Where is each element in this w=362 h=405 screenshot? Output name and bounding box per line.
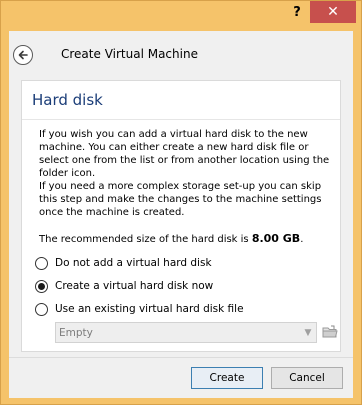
radio-no-disk[interactable]: [35, 256, 48, 270]
back-button[interactable]: [13, 45, 33, 65]
recommended-suffix: .: [300, 234, 304, 245]
storage-paragraph: If you need a more complex storage set-u…: [39, 181, 322, 218]
dialog-window: ? ✕ Create Virtual Machine Hard disk If …: [0, 0, 362, 405]
divider: [22, 119, 340, 120]
wizard-client: Create Virtual Machine Hard disk If you …: [9, 31, 353, 398]
recommended-size-text: The recommended size of the hard disk is…: [39, 232, 334, 246]
intro-paragraph: If you wish you can add a virtual hard d…: [39, 129, 330, 179]
wizard-header: Create Virtual Machine: [9, 31, 353, 79]
radio-existing-disk[interactable]: [35, 302, 48, 316]
option-create-disk[interactable]: Create a virtual hard disk now: [35, 278, 213, 294]
help-button[interactable]: ?: [284, 1, 310, 23]
radio-create-disk[interactable]: [35, 279, 48, 293]
chevron-down-icon[interactable]: ▼: [300, 323, 316, 342]
cancel-button[interactable]: Cancel: [271, 367, 343, 389]
page-title: Hard disk: [32, 91, 103, 109]
option-no-disk-label: Do not add a virtual hard disk: [55, 257, 212, 269]
hard-disk-page: Hard disk If you wish you can add a virt…: [21, 80, 341, 352]
close-button[interactable]: ✕: [310, 1, 356, 23]
folder-icon: [322, 325, 338, 338]
footer-divider: [9, 357, 353, 358]
back-arrow-icon: [18, 50, 28, 60]
title-bar: ? ✕: [1, 1, 361, 25]
wizard-title: Create Virtual Machine: [61, 47, 198, 61]
option-no-disk[interactable]: Do not add a virtual hard disk: [35, 255, 212, 271]
recommended-prefix: The recommended size of the hard disk is: [39, 234, 252, 245]
create-button[interactable]: Create: [191, 367, 263, 389]
option-create-disk-label: Create a virtual hard disk now: [55, 280, 214, 292]
option-existing-disk-label: Use an existing virtual hard disk file: [55, 303, 244, 315]
choose-disk-button[interactable]: [321, 323, 339, 341]
recommended-size-value: 8.00 GB: [251, 232, 301, 245]
existing-disk-combo[interactable]: Empty ▼: [55, 322, 317, 343]
combo-value: Empty: [59, 326, 93, 339]
option-existing-disk[interactable]: Use an existing virtual hard disk file: [35, 301, 244, 317]
